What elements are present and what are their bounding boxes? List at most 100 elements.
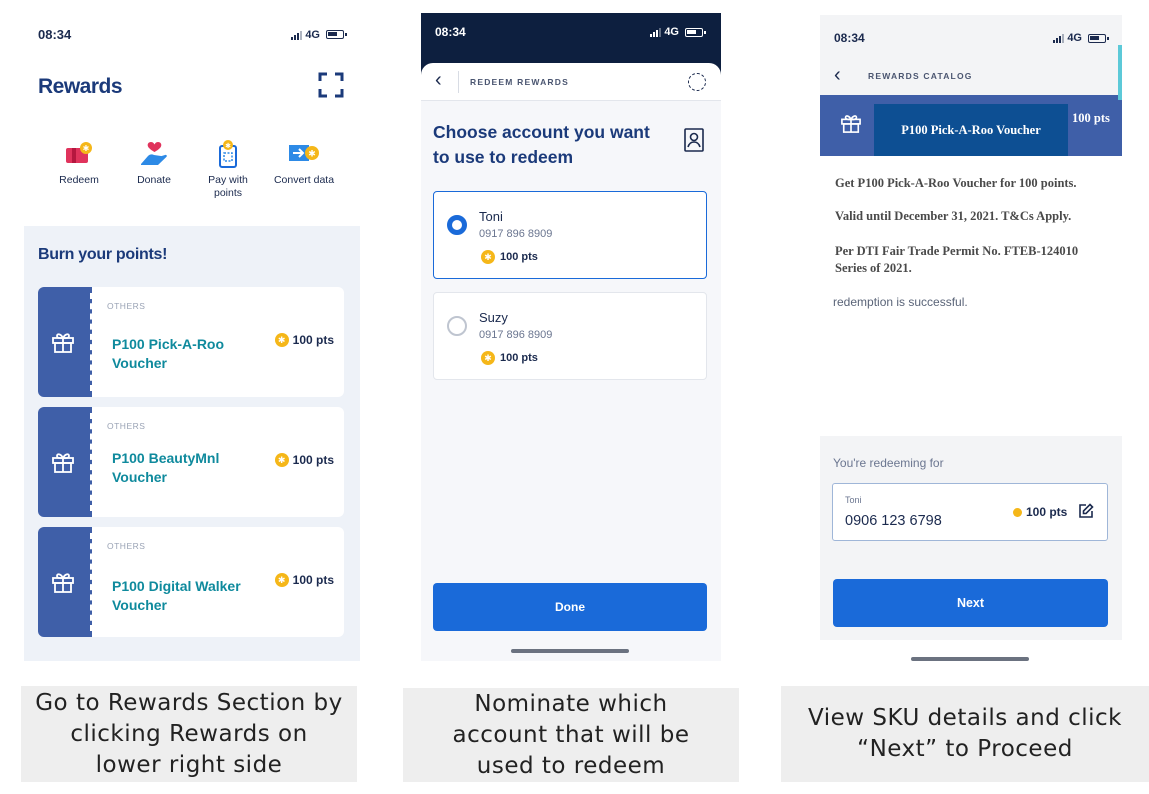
contact-card-icon[interactable] bbox=[683, 127, 705, 153]
catalog-top bbox=[820, 15, 1122, 95]
status-bar: 08:34 4G bbox=[834, 31, 1109, 45]
quick-action-donate[interactable]: Donate bbox=[119, 140, 189, 187]
detail-line: Get P100 Pick-A-Roo Voucher for 100 poin… bbox=[835, 176, 1077, 190]
detail-line: Valid until December 31, 2021. T&Cs Appl… bbox=[835, 209, 1072, 223]
voucher-category: OTHERS bbox=[107, 541, 146, 551]
voucher-stub bbox=[38, 407, 92, 517]
network-label: 4G bbox=[305, 28, 320, 41]
quick-action-convert-data[interactable]: ✱ Convert data bbox=[269, 140, 339, 187]
coin-icon bbox=[481, 250, 495, 264]
radio-selected[interactable] bbox=[447, 215, 467, 235]
points-label: 100 pts bbox=[1026, 505, 1068, 519]
points-label: 100 pts bbox=[292, 453, 334, 467]
radio-unselected[interactable] bbox=[447, 316, 467, 336]
voucher-body: OTHERS P100 BeautyMnl Voucher 100 pts bbox=[92, 407, 344, 517]
voucher-points: 100 pts bbox=[274, 453, 334, 467]
detail-line: Per DTI Fair Trade Permit No. FTEB-12401… bbox=[835, 244, 1079, 275]
account-points: 100 pts bbox=[481, 351, 538, 365]
done-button[interactable]: Done bbox=[433, 583, 707, 631]
caption-step-3: View SKU details and click “Next” to Pro… bbox=[781, 686, 1149, 782]
network-label: 4G bbox=[664, 26, 679, 38]
voucher-header: P100 Pick-A-Roo Voucher 100 pts bbox=[820, 95, 1122, 156]
nav-bar: ‹ REDEEM REWARDS bbox=[421, 63, 721, 101]
voucher-stub bbox=[38, 287, 92, 397]
voucher-title: P100 Pick-A-Roo Voucher bbox=[901, 122, 1041, 137]
svg-text:✱: ✱ bbox=[225, 142, 231, 150]
voucher-card[interactable]: OTHERS P100 Digital Walker Voucher 100 p… bbox=[38, 527, 344, 637]
voucher-points: 100 pts bbox=[274, 333, 334, 347]
hand-heart-icon bbox=[141, 142, 167, 165]
account-name: Toni bbox=[479, 209, 503, 224]
voucher-body: OTHERS P100 Digital Walker Voucher 100 p… bbox=[92, 527, 344, 637]
svg-text:✱: ✱ bbox=[308, 149, 316, 159]
voucher-body: OTHERS P100 Pick-A-Roo Voucher 100 pts bbox=[92, 287, 344, 397]
account-option-suzy[interactable]: Suzy 0917 896 8909 100 pts bbox=[433, 292, 707, 380]
nav-title: REWARDS CATALOG bbox=[868, 71, 973, 81]
voucher-card[interactable]: OTHERS P100 Pick-A-Roo Voucher 100 pts bbox=[38, 287, 344, 397]
gift-icon bbox=[52, 573, 74, 593]
network-label: 4G bbox=[1067, 32, 1082, 44]
voucher-category: OTHERS bbox=[107, 421, 146, 431]
selected-account-field[interactable]: Toni 0906 123 6798 100 pts bbox=[832, 483, 1108, 541]
account-number: 0906 123 6798 bbox=[845, 513, 942, 529]
voucher-points: 100 pts bbox=[1072, 111, 1110, 125]
points-label: 100 pts bbox=[500, 352, 538, 364]
back-chevron-icon[interactable]: ‹ bbox=[834, 64, 841, 87]
heading: Choose account you want to use to redeem bbox=[433, 122, 650, 167]
caption-step-2: Nominate which account that will be used… bbox=[403, 688, 739, 782]
points-label: 100 pts bbox=[292, 573, 334, 587]
battery-icon bbox=[1088, 33, 1109, 43]
loading-circle-icon bbox=[688, 73, 706, 91]
gift-icon bbox=[52, 453, 74, 473]
battery-icon bbox=[326, 30, 347, 39]
coin-icon bbox=[274, 573, 289, 587]
edit-icon[interactable] bbox=[1078, 503, 1094, 519]
account-number: 0917 896 8909 bbox=[479, 228, 553, 240]
quick-action-pay-with-points[interactable]: ✱ Pay with points bbox=[193, 140, 263, 200]
right-edge-strip bbox=[1118, 45, 1122, 100]
quick-action-label: Convert data bbox=[273, 174, 335, 186]
status-time: 08:34 bbox=[435, 25, 466, 39]
gift-icon bbox=[841, 115, 861, 133]
phone-coin-icon: ✱ bbox=[219, 140, 237, 168]
quick-action-label: Pay with points bbox=[208, 174, 248, 199]
account-option-toni[interactable]: Toni 0917 896 8909 100 pts bbox=[433, 191, 707, 279]
voucher-card[interactable]: OTHERS P100 BeautyMnl Voucher 100 pts bbox=[38, 407, 344, 517]
voucher-name: P100 Digital Walker Voucher bbox=[112, 578, 241, 613]
voucher-title-box: P100 Pick-A-Roo Voucher bbox=[874, 104, 1068, 156]
points-label: 100 pts bbox=[500, 251, 538, 263]
points-label: 100 pts bbox=[292, 333, 334, 347]
voucher-name: P100 Pick-A-Roo Voucher bbox=[112, 336, 225, 371]
back-chevron-icon[interactable]: ‹ bbox=[435, 69, 442, 92]
home-indicator bbox=[511, 649, 629, 653]
coin-icon bbox=[1013, 507, 1022, 517]
svg-text:✱: ✱ bbox=[83, 144, 90, 153]
voucher-name: P100 BeautyMnl Voucher bbox=[112, 450, 220, 485]
voucher-points: 100 pts bbox=[274, 573, 334, 587]
account-number: 0917 896 8909 bbox=[479, 329, 553, 341]
redeeming-label: You're redeeming for bbox=[833, 456, 944, 470]
signal-icon bbox=[291, 30, 303, 40]
nav-divider bbox=[458, 71, 459, 93]
battery-icon bbox=[685, 27, 706, 37]
quick-action-redeem[interactable]: ✱ Redeem bbox=[44, 140, 114, 187]
caption-step-1: Go to Rewards Section by clicking Reward… bbox=[21, 686, 357, 782]
section-title: Burn your points! bbox=[38, 246, 168, 263]
next-button[interactable]: Next bbox=[833, 579, 1108, 627]
status-bar: 08:34 4G bbox=[435, 25, 706, 39]
home-indicator bbox=[911, 657, 1029, 661]
page-title: Rewards bbox=[38, 75, 123, 98]
scan-icon[interactable] bbox=[318, 72, 344, 98]
success-text: redemption is successful. bbox=[833, 295, 968, 309]
quick-action-label: Donate bbox=[137, 174, 171, 186]
signal-icon bbox=[1053, 33, 1065, 43]
nav-title: REDEEM REWARDS bbox=[470, 77, 569, 87]
account-name: Suzy bbox=[479, 310, 508, 325]
status-time: 08:34 bbox=[38, 27, 72, 42]
voucher-stub bbox=[38, 527, 92, 637]
quick-action-label: Redeem bbox=[59, 174, 99, 186]
ticket-icon: ✱ bbox=[66, 142, 92, 163]
account-points: 100 pts bbox=[481, 250, 538, 264]
coin-icon bbox=[274, 333, 289, 347]
signal-icon bbox=[650, 27, 662, 37]
